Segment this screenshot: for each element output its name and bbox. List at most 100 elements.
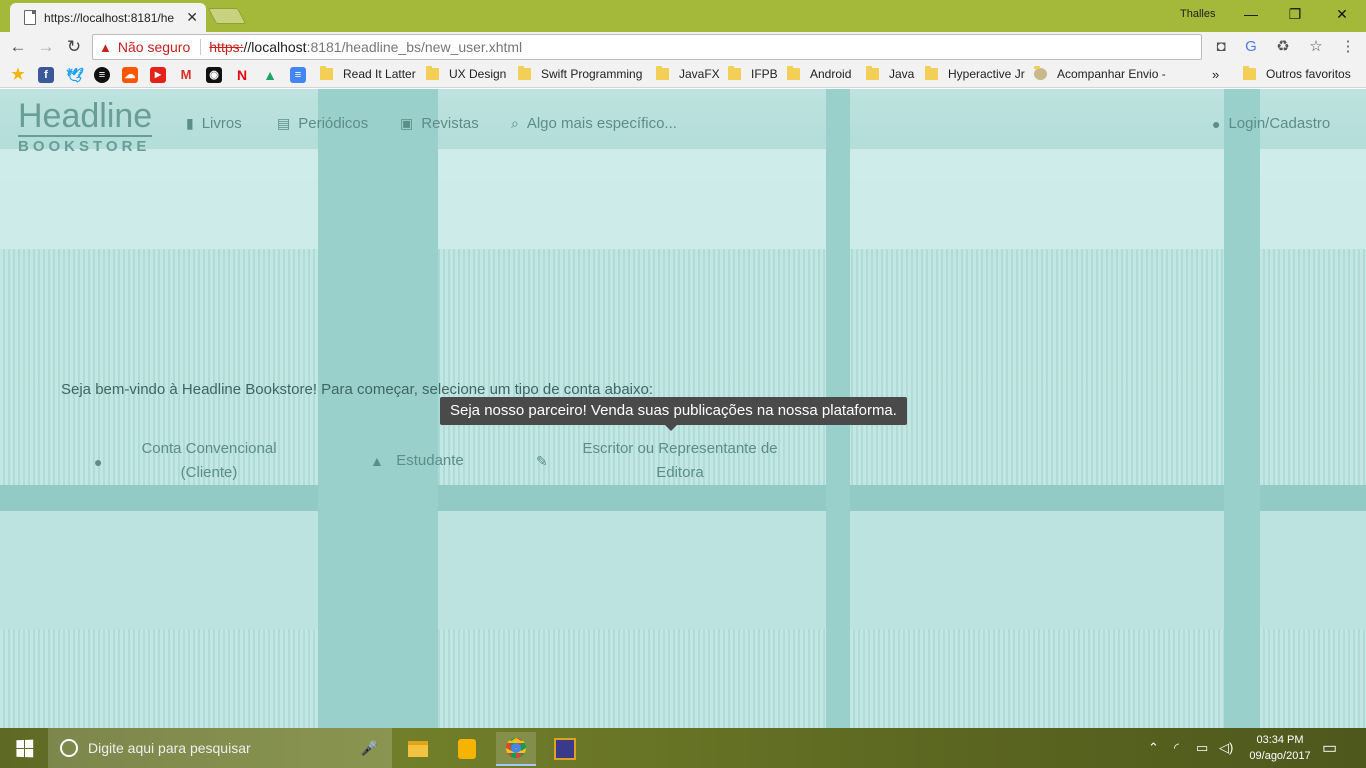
image-icon: ▣: [400, 115, 414, 131]
facebook-icon[interactable]: f: [38, 67, 54, 83]
microphone-icon[interactable]: 🎤: [361, 740, 378, 757]
folder-icon: [866, 66, 879, 80]
nav-periodicos[interactable]: ▤ Periódicos: [277, 115, 368, 132]
bookmark-folder-ux-design[interactable]: UX Design: [426, 66, 507, 81]
extension-keep-icon[interactable]: ◘: [1211, 37, 1231, 57]
camera-icon[interactable]: ◉: [206, 67, 222, 83]
account-option-sublabel: Editora: [656, 464, 704, 481]
bookmark-folder-ifpb[interactable]: IFPB: [728, 66, 778, 81]
bookmarks-bar: ★ f 🕊 ≡ ☁ ▶ M ◉ N ▲ ≡ Read It Latter UX …: [0, 62, 1366, 88]
wifi-icon[interactable]: ◜: [1174, 740, 1179, 756]
file-explorer-app[interactable]: [398, 732, 438, 766]
account-option-conventional[interactable]: Conta Convencional (Cliente): [126, 437, 292, 485]
bookmarks-overflow-chevron[interactable]: »: [1212, 67, 1219, 82]
bookmark-label: IFPB: [751, 67, 778, 81]
bookmark-folder-javafx[interactable]: JavaFX: [656, 66, 720, 81]
close-tab-icon[interactable]: ✕: [186, 9, 198, 26]
account-option-student[interactable]: Estudante: [392, 449, 468, 473]
close-window-icon[interactable]: ✕: [1328, 4, 1356, 24]
browser-tab[interactable]: https://localhost:8181/he ✕: [10, 3, 206, 32]
restore-icon[interactable]: ❐: [1281, 4, 1309, 24]
spotify-icon[interactable]: ≡: [94, 67, 110, 83]
folder-icon: [426, 66, 439, 80]
taskbar-clock[interactable]: 03:34 PM 09/ago/2017: [1240, 732, 1320, 764]
keep-icon: [458, 739, 476, 759]
menu-icon[interactable]: ⋮: [1338, 37, 1358, 57]
bookmark-folder-swift[interactable]: Swift Programming: [518, 66, 642, 81]
minimize-icon[interactable]: —: [1237, 4, 1265, 24]
drive-icon[interactable]: ▲: [262, 67, 278, 83]
nav-login[interactable]: ● Login/Cadastro: [1212, 115, 1330, 132]
writer-tooltip: Seja nosso parceiro! Venda suas publicaç…: [440, 397, 907, 431]
bookmark-star-icon[interactable]: ☆: [1306, 37, 1326, 57]
chrome-icon: [506, 738, 526, 758]
clock-time: 03:34 PM: [1256, 734, 1304, 746]
folder-icon: [320, 66, 333, 80]
nav-label: Periódicos: [298, 115, 369, 132]
bookmark-folder-hyperactive[interactable]: Hyperactive Jr: [925, 66, 1025, 81]
book-icon: ▮: [186, 115, 194, 131]
volume-icon[interactable]: ◁): [1219, 740, 1233, 756]
other-bookmarks-folder[interactable]: Outros favoritos: [1243, 66, 1351, 81]
netflix-icon[interactable]: N: [234, 67, 250, 83]
twitter-icon[interactable]: 🕊: [66, 67, 84, 83]
background-shelf-post: [1224, 89, 1260, 728]
account-option-writer[interactable]: Escritor ou Representante de Editora: [570, 437, 790, 485]
start-button[interactable]: [0, 728, 48, 768]
windows-logo-icon: [15, 739, 33, 757]
cortana-icon: [60, 739, 78, 757]
welcome-message: Seja bem-vindo à Headline Bookstore! Par…: [61, 381, 654, 398]
bookmark-label: UX Design: [449, 67, 507, 81]
translate-icon[interactable]: G: [1241, 37, 1261, 57]
forward-icon[interactable]: →: [35, 36, 57, 58]
address-bar[interactable]: ▲ Não seguro https: //localhost :8181/he…: [92, 34, 1202, 60]
nav-revistas[interactable]: ▣ Revistas: [400, 115, 479, 132]
background-window-light: [0, 149, 1366, 249]
nav-search[interactable]: ⌕ Algo mais específico...: [511, 115, 677, 132]
background-books: [1260, 249, 1366, 489]
folder-icon: [656, 66, 669, 80]
reload-icon[interactable]: ↻: [63, 36, 85, 58]
pencil-icon: ✎: [536, 453, 548, 469]
bookmark-folder-android[interactable]: Android: [787, 66, 852, 81]
tab-title: https://localhost:8181/he: [44, 10, 175, 25]
bookmark-acompanhar-envio[interactable]: Acompanhar Envio -: [1034, 66, 1166, 81]
bookmark-folder-java[interactable]: Java: [866, 66, 914, 81]
chrome-app[interactable]: [496, 732, 536, 766]
apps-star-icon[interactable]: ★: [10, 67, 26, 83]
soundcloud-icon[interactable]: ☁: [122, 67, 138, 83]
bookmark-label: JavaFX: [679, 67, 720, 81]
background-shelf: [0, 485, 1366, 511]
folder-icon: [787, 66, 800, 80]
window-user-name[interactable]: Thalles: [1180, 8, 1215, 20]
new-tab-button[interactable]: [207, 8, 247, 24]
action-center-icon[interactable]: ▭: [1322, 738, 1337, 758]
user-icon: ●: [94, 454, 103, 470]
url-protocol: https:: [209, 39, 244, 55]
browser-toolbar: ← → ↻ ▲ Não seguro https: //localhost :8…: [0, 32, 1366, 62]
battery-icon[interactable]: ▭: [1196, 740, 1208, 756]
recycle-icon[interactable]: ♻: [1273, 37, 1293, 57]
tray-chevron-icon[interactable]: ⌃: [1148, 740, 1159, 756]
page-icon: [24, 10, 36, 25]
docs-icon[interactable]: ≡: [290, 67, 306, 83]
nav-livros[interactable]: ▮ Livros: [186, 115, 242, 132]
keep-app[interactable]: [447, 732, 487, 766]
tracking-icon: [1034, 66, 1047, 80]
graduation-cap-icon: ▲: [370, 453, 384, 469]
nav-label: Revistas: [421, 115, 479, 132]
bookmark-folder-read-it-latter[interactable]: Read It Latter: [320, 66, 416, 81]
security-label[interactable]: Não seguro: [118, 39, 190, 55]
warning-icon: ▲: [99, 39, 112, 55]
gmail-icon[interactable]: M: [178, 67, 194, 83]
taskbar-search[interactable]: Digite aqui para pesquisar 🎤: [48, 728, 392, 768]
youtube-icon[interactable]: ▶: [150, 67, 166, 83]
folder-icon: [518, 66, 531, 80]
game-app[interactable]: [545, 732, 585, 766]
user-icon: ●: [1212, 115, 1221, 132]
site-logo[interactable]: Headline BOOKSTORE: [18, 99, 153, 155]
back-icon[interactable]: ←: [7, 36, 29, 58]
bookmark-label: Android: [810, 67, 852, 81]
newspaper-icon: ▤: [277, 115, 291, 131]
game-icon: [554, 738, 576, 760]
